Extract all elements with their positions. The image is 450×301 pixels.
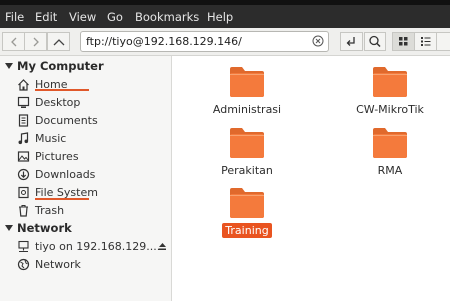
- downloads-icon: [17, 168, 30, 181]
- folder-item[interactable]: RMA: [345, 126, 435, 177]
- address-input[interactable]: ftp://tiyo@192.168.129.146/: [86, 35, 242, 48]
- home-underline: [35, 89, 89, 91]
- collapse-arrow-icon: [5, 63, 13, 69]
- sidebar-item-label: Downloads: [35, 167, 96, 181]
- folder-item[interactable]: Perakitan: [202, 126, 292, 177]
- trash-icon: [17, 204, 30, 217]
- eject-icon[interactable]: [158, 242, 167, 251]
- sidebar-item-label: Pictures: [35, 149, 79, 163]
- folder-name: Training: [202, 223, 292, 238]
- collapse-arrow-icon: [5, 225, 13, 231]
- folder-icon: [230, 188, 264, 218]
- forward-button[interactable]: [24, 32, 47, 51]
- icon-view-button[interactable]: [392, 32, 415, 51]
- window-top-edge: [0, 0, 450, 5]
- menu-edit[interactable]: Edit: [35, 10, 57, 24]
- back-button[interactable]: [2, 32, 25, 51]
- clear-icon[interactable]: [312, 35, 324, 47]
- return-arrow-icon: [346, 37, 355, 46]
- menu-bookmarks[interactable]: Bookmarks: [135, 10, 199, 24]
- section-my-computer[interactable]: My Computer: [4, 59, 104, 73]
- file-system-icon: [17, 186, 30, 199]
- search-button[interactable]: [364, 32, 386, 51]
- menu-help[interactable]: Help: [207, 10, 233, 24]
- folder-icon: [230, 67, 264, 97]
- section-title: My Computer: [17, 59, 104, 73]
- menu-go[interactable]: Go: [107, 10, 123, 24]
- up-button[interactable]: [47, 32, 70, 51]
- pictures-icon: [17, 150, 30, 163]
- list-view-icon: [421, 37, 431, 46]
- folder-item[interactable]: Administrasi: [202, 65, 292, 116]
- sidebar-item-label: Desktop: [35, 95, 81, 109]
- sidebar-item-trash[interactable]: Trash: [17, 201, 64, 219]
- globe-icon: [17, 258, 30, 271]
- menu-file[interactable]: File: [5, 10, 24, 24]
- section-network[interactable]: Network: [4, 221, 72, 235]
- documents-icon: [17, 113, 30, 127]
- sidebar-item-desktop[interactable]: Desktop: [17, 93, 80, 111]
- home-icon: [17, 78, 30, 91]
- chevron-right-icon: [33, 37, 39, 46]
- folder-item[interactable]: CW-MikroTik: [345, 65, 435, 116]
- menu-view[interactable]: View: [69, 10, 96, 24]
- sidebar-item-ftp-share[interactable]: tiyo on 192.168.129....: [17, 237, 167, 255]
- list-view-button[interactable]: [414, 32, 437, 51]
- file-view[interactable]: Administrasi CW-MikroTik Perakitan RMA T…: [172, 56, 450, 301]
- desktop-icon: [17, 96, 30, 109]
- sidebar-item-label: Network: [35, 257, 81, 271]
- folder-icon: [373, 67, 407, 97]
- sidebar: My Computer Home Desktop Documents Music…: [0, 56, 172, 301]
- network-share-icon: [17, 240, 30, 253]
- file-system-underline: [35, 198, 89, 200]
- sidebar-item-label: File System: [35, 185, 98, 199]
- compact-view-button[interactable]: [436, 32, 450, 51]
- sidebar-item-network[interactable]: Network: [17, 255, 81, 273]
- folder-name: Perakitan: [221, 164, 273, 177]
- folder-name: RMA: [377, 164, 403, 177]
- menu-bar: File Edit View Go Bookmarks Help: [0, 0, 450, 28]
- search-icon: [369, 35, 381, 48]
- sidebar-item-music[interactable]: Music: [17, 129, 66, 147]
- music-icon: [17, 131, 30, 145]
- section-title: Network: [17, 221, 72, 235]
- sidebar-item-documents[interactable]: Documents: [17, 111, 98, 129]
- toggle-location-button[interactable]: [340, 32, 363, 51]
- sidebar-item-pictures[interactable]: Pictures: [17, 147, 79, 165]
- grid-view-icon: [399, 37, 408, 46]
- folder-icon: [373, 128, 407, 158]
- folder-icon: [230, 128, 264, 158]
- sidebar-item-downloads[interactable]: Downloads: [17, 165, 95, 183]
- sidebar-item-label: Trash: [35, 203, 65, 217]
- folder-item-selected[interactable]: Training: [202, 186, 292, 238]
- sidebar-item-label: Music: [35, 131, 67, 145]
- chevron-up-icon: [53, 38, 64, 45]
- address-bar[interactable]: ftp://tiyo@192.168.129.146/: [80, 31, 329, 52]
- sidebar-item-label: Documents: [35, 113, 98, 127]
- folder-name: Administrasi: [212, 103, 282, 116]
- folder-name: CW-MikroTik: [356, 103, 424, 116]
- sidebar-item-label: tiyo on 192.168.129....: [35, 239, 161, 253]
- toolbar: ftp://tiyo@192.168.129.146/: [0, 28, 450, 56]
- chevron-left-icon: [10, 37, 16, 46]
